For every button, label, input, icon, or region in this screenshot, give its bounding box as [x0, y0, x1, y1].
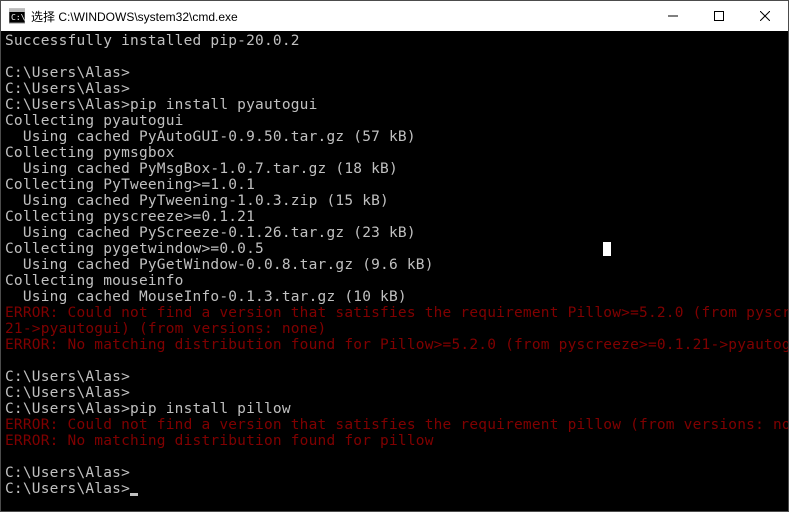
terminal-line: Collecting PyTweening>=1.0.1: [5, 177, 784, 193]
terminal-line: C:\Users\Alas>: [5, 385, 784, 401]
terminal-line: [5, 449, 784, 465]
terminal-line: [5, 49, 784, 65]
cmd-window: C:\ 选择 C:\WINDOWS\system32\cmd.exe Succe…: [0, 0, 789, 512]
terminal-error-line: ERROR: No matching distribution found fo…: [5, 337, 784, 353]
terminal-line: Using cached MouseInfo-0.1.3.tar.gz (10 …: [5, 289, 784, 305]
terminal-error-line: 21->pyautogui) (from versions: none): [5, 321, 784, 337]
terminal-line: C:\Users\Alas>: [5, 81, 784, 97]
terminal-line: C:\Users\Alas>pip install pillow: [5, 401, 784, 417]
terminal-line: C:\Users\Alas>: [5, 65, 784, 81]
svg-text:C:\: C:\: [11, 13, 25, 22]
terminal-line: Collecting mouseinfo: [5, 273, 784, 289]
terminal-line: Using cached PyMsgBox-1.0.7.tar.gz (18 k…: [5, 161, 784, 177]
window-controls: [650, 1, 788, 31]
terminal-line: Using cached PyTweening-1.0.3.zip (15 kB…: [5, 193, 784, 209]
terminal-line: Using cached PyGetWindow-0.0.8.tar.gz (9…: [5, 257, 784, 273]
cmd-icon: C:\: [9, 8, 25, 24]
terminal-line: Collecting pymsgbox: [5, 145, 784, 161]
terminal-line: Collecting pyscreeze>=0.1.21: [5, 209, 784, 225]
maximize-button[interactable]: [696, 1, 742, 31]
selection-block: [603, 242, 611, 256]
terminal-line: Successfully installed pip-20.0.2: [5, 33, 784, 49]
titlebar[interactable]: C:\ 选择 C:\WINDOWS\system32\cmd.exe: [1, 1, 788, 31]
terminal-line: Collecting pygetwindow>=0.0.5: [5, 241, 784, 257]
terminal-line: C:\Users\Alas>: [5, 481, 784, 497]
terminal-line: Using cached PyScreeze-0.1.26.tar.gz (23…: [5, 225, 784, 241]
cursor: [130, 493, 138, 496]
terminal-line: Collecting pyautogui: [5, 113, 784, 129]
terminal-line: [5, 353, 784, 369]
terminal-output[interactable]: Successfully installed pip-20.0.2 C:\User…: [1, 31, 788, 511]
terminal-error-line: ERROR: Could not find a version that sat…: [5, 417, 784, 433]
terminal-line: C:\Users\Alas>: [5, 369, 784, 385]
terminal-line: Using cached PyAutoGUI-0.9.50.tar.gz (57…: [5, 129, 784, 145]
window-title: 选择 C:\WINDOWS\system32\cmd.exe: [31, 8, 650, 25]
minimize-button[interactable]: [650, 1, 696, 31]
terminal-line: C:\Users\Alas>: [5, 465, 784, 481]
terminal-line: C:\Users\Alas>pip install pyautogui: [5, 97, 784, 113]
close-button[interactable]: [742, 1, 788, 31]
terminal-error-line: ERROR: Could not find a version that sat…: [5, 305, 784, 321]
terminal-error-line: ERROR: No matching distribution found fo…: [5, 433, 784, 449]
